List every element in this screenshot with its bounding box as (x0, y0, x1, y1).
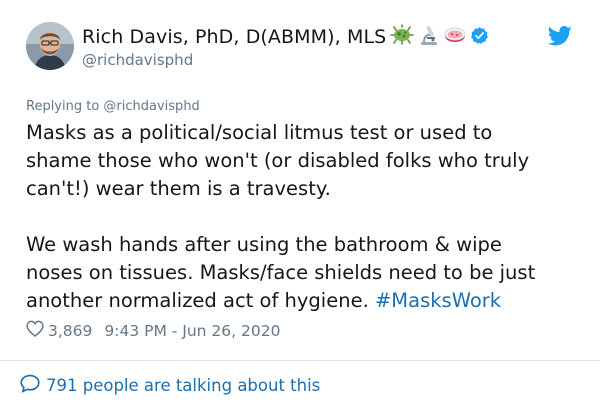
tweet-text-line: We wash hands after using the bathroom &… (26, 233, 502, 256)
tweet-timestamp[interactable]: 9:43 PM - Jun 26, 2020 (104, 322, 280, 340)
tweet-text: Masks as a political/social litmus test … (26, 119, 586, 315)
tweet-meta-row: 3,869 9:43 PM - Jun 26, 2020 (26, 320, 280, 341)
author-name-row[interactable]: Rich Davis, PhD, D(ABMM), MLS (82, 24, 489, 50)
author-display-name[interactable]: Rich Davis, PhD, D(ABMM), MLS (82, 26, 386, 48)
tweet-text-line-last: another normalized act of hygiene. #Mask… (26, 287, 586, 315)
tweet-text-line: noses on tissues. Masks/face shields nee… (26, 261, 536, 284)
petri-dish-icon (444, 24, 466, 50)
verified-badge-icon (470, 26, 489, 49)
conversation-count-label[interactable]: 791 people are talking about this (46, 376, 320, 395)
replying-to-label: Replying to @richdavisphd (26, 99, 200, 114)
avatar[interactable] (26, 22, 74, 70)
conversation-link[interactable]: 791 people are talking about this (20, 374, 320, 397)
microscope-icon (418, 24, 440, 50)
tweet-text-line: Masks as a political/social litmus test … (26, 121, 493, 144)
speech-bubble-icon (20, 374, 40, 397)
like-count[interactable]: 3,869 (48, 322, 92, 340)
microbe-icon (390, 24, 415, 50)
author-handle[interactable]: @richdavisphd (82, 51, 193, 69)
tweet-text-segment: another normalized act of hygiene. (26, 289, 369, 312)
tweet-text-line: shame those who won't (or disabled folks… (26, 149, 530, 172)
hashtag-link[interactable]: #MasksWork (375, 289, 501, 312)
heart-icon[interactable] (26, 320, 44, 341)
tweet-card: Rich Davis, PhD, D(ABMM), MLS @richdavis… (0, 0, 600, 407)
twitter-bird-icon[interactable] (547, 26, 572, 50)
tweet-text-line: can't!) wear them is a travesty. (26, 177, 331, 200)
paragraph-break (26, 203, 586, 231)
divider (0, 360, 600, 361)
